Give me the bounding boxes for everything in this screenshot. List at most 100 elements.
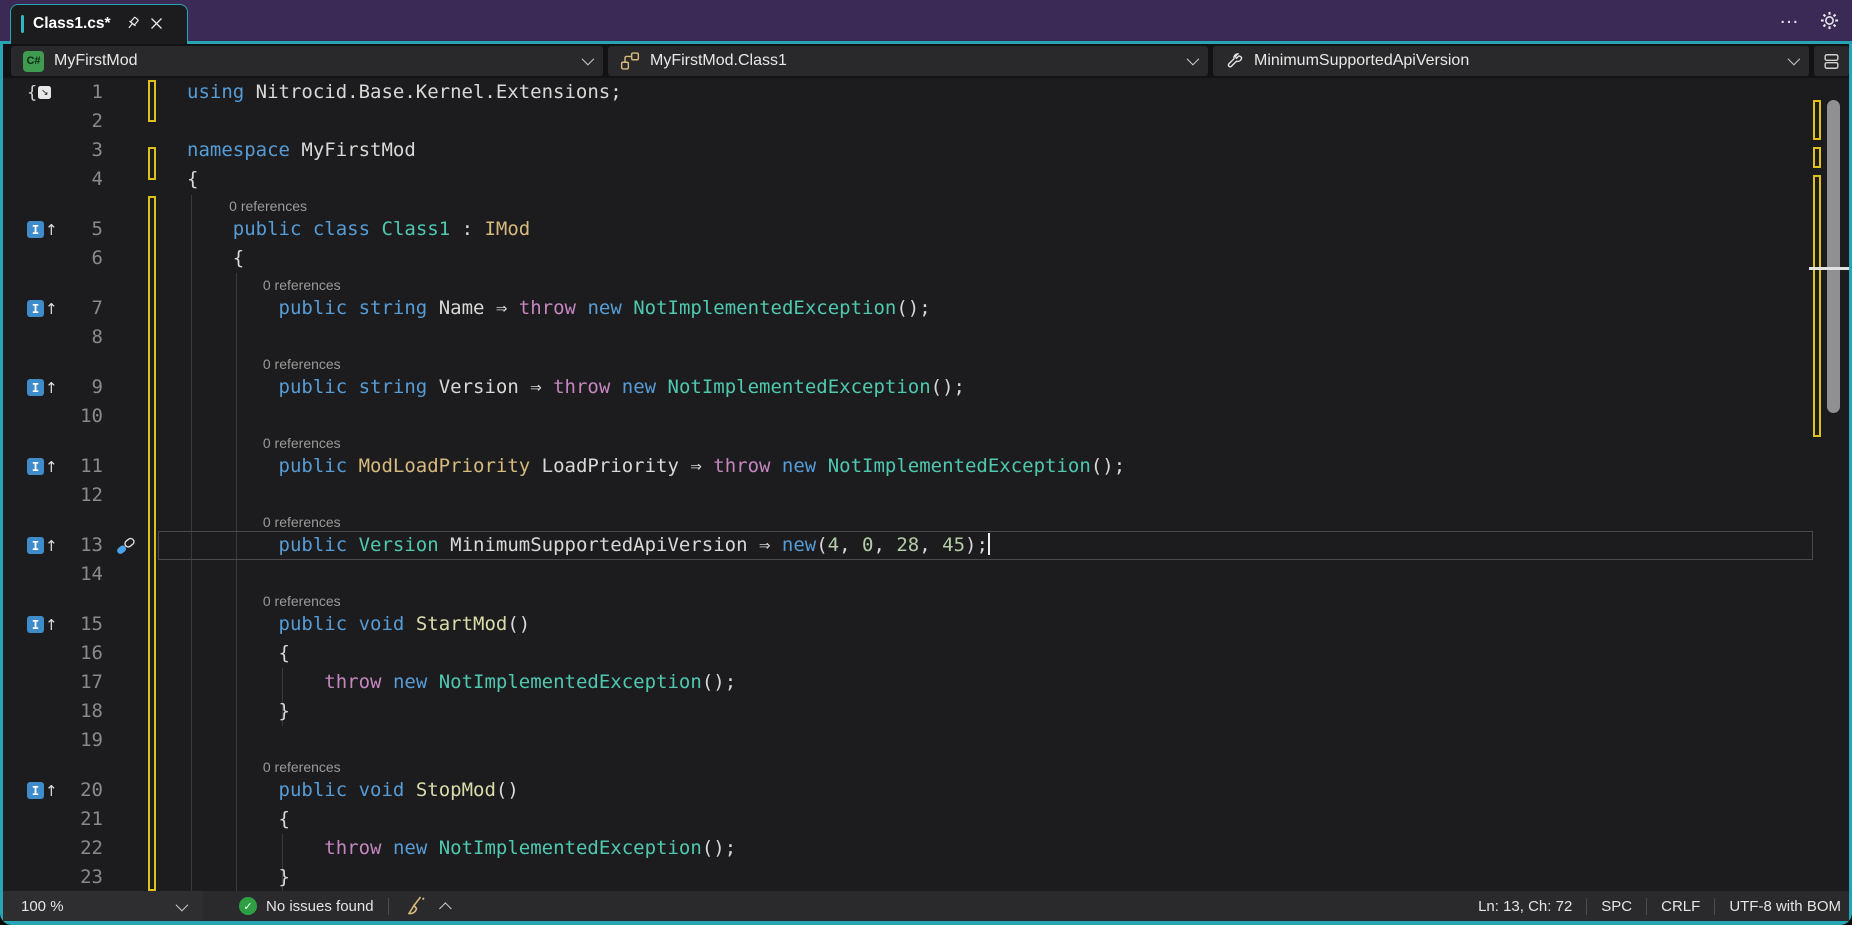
code-line-10[interactable]: 10 [3,402,1849,431]
implements-interface-icon[interactable]: I↑ [27,458,58,476]
gear-icon[interactable] [1819,10,1840,31]
member-dropdown-label: MinimumSupportedApiVersion [1254,52,1469,70]
title-bar [0,0,1852,41]
project-dropdown[interactable]: C# MyFirstMod [11,46,603,76]
line-number: 10 [55,402,103,431]
line-number: 6 [55,244,103,273]
line-number: 11 [55,452,103,481]
link-icon[interactable] [115,535,136,556]
line-number: 9 [55,373,103,402]
line-number: 19 [55,726,103,755]
line-number: 4 [55,165,103,194]
divider [1714,898,1715,915]
code-line-12[interactable]: 12 [3,481,1849,510]
split-window-icon [1822,52,1841,71]
scrollbar-change-mark [1813,100,1821,140]
track-change-bar [148,196,156,891]
cursor-position: Ln: 13, Ch: 72 [1478,898,1572,915]
code-line-4[interactable]: 4{ [3,165,1849,194]
encoding: UTF-8 with BOM [1729,898,1841,915]
more-options-icon[interactable]: … [1779,12,1801,30]
implements-interface-icon[interactable]: I↑ [27,537,58,555]
active-tab-accent [21,15,24,33]
code-line-5[interactable]: I↑5 public class Class1 : IMod [3,215,1849,244]
line-number: 12 [55,481,103,510]
divider [1586,898,1587,915]
line-number: 8 [55,323,103,352]
code-line-8[interactable]: 8 [3,323,1849,352]
codelens-references-link[interactable]: 0 references [263,514,341,531]
code-line-20[interactable]: I↑20 public void StopMod() [3,776,1849,805]
chevron-down-icon [1187,52,1196,70]
track-change-bar [148,80,156,122]
type-dropdown[interactable]: MyFirstMod.Class1 [608,46,1208,76]
implements-interface-icon[interactable]: I↑ [27,782,58,800]
code-line-23[interactable]: 23 } [3,863,1849,891]
wrench-member-icon [1225,52,1244,71]
implements-interface-icon[interactable]: I↑ [27,300,58,318]
code-line-19[interactable]: 19 [3,726,1849,755]
line-ending: CRLF [1661,898,1700,915]
codelens-row: 0 references [3,194,1849,215]
split-window-button[interactable] [1814,46,1849,76]
implements-interface-icon[interactable]: I↑ [27,379,58,397]
codelens-references-link[interactable]: 0 references [263,277,341,294]
line-number: 13 [55,531,103,560]
code-line-6[interactable]: 6 { [3,244,1849,273]
whitespace-mode: SPC [1601,898,1632,915]
chevron-down-icon [582,52,591,70]
status-bar: 100 % ✓ No issues found Ln: 13, Ch: 72 S… [3,891,1849,921]
codelens-references-link[interactable]: 0 references [229,198,307,215]
line-number: 23 [55,863,103,891]
code-cleanup-options-chevron[interactable] [439,902,452,915]
code-line-13[interactable]: I↑13 public Version MinimumSupportedApiV… [3,531,1849,560]
code-line-14[interactable]: 14 [3,560,1849,589]
class-icon [620,51,640,71]
code-editor[interactable]: {↘1using Nitrocid.Base.Kernel.Extensions… [3,78,1849,891]
code-line-22[interactable]: 22 throw new NotImplementedException(); [3,834,1849,863]
document-tab-class1[interactable]: Class1.cs* [10,4,188,44]
line-number: 2 [55,107,103,136]
document-outline-icon[interactable]: {↘ [27,83,51,103]
code-line-11[interactable]: I↑11 public ModLoadPriority LoadPriority… [3,452,1849,481]
codelens-references-link[interactable]: 0 references [263,593,341,610]
codelens-row: 0 references [3,510,1849,531]
pin-icon[interactable] [121,12,145,36]
code-line-18[interactable]: 18 } [3,697,1849,726]
vertical-scrollbar-thumb[interactable] [1827,100,1840,413]
codelens-row: 0 references [3,431,1849,452]
code-line-15[interactable]: I↑15 public void StartMod() [3,610,1849,639]
member-dropdown[interactable]: MinimumSupportedApiVersion [1213,46,1809,76]
implements-interface-icon[interactable]: I↑ [27,616,58,634]
code-line-9[interactable]: I↑9 public string Version ⇒ throw new No… [3,373,1849,402]
code-line-2[interactable]: 2 [3,107,1849,136]
code-line-7[interactable]: I↑7 public string Name ⇒ throw new NotIm… [3,294,1849,323]
codelens-references-link[interactable]: 0 references [263,356,341,373]
codelens-references-link[interactable]: 0 references [263,435,341,452]
divider [388,898,389,915]
scrollbar-caret-mark [1809,267,1849,270]
codelens-row: 0 references [3,589,1849,610]
zoom-level-dropdown[interactable]: 100 % [3,891,203,921]
codelens-row: 0 references [3,352,1849,373]
navigation-bar: C# MyFirstMod MyFirstMod.Class1 MinimumS [3,44,1849,78]
code-line-16[interactable]: 16 { [3,639,1849,668]
text-caret [988,533,990,555]
code-cleanup-broom-icon[interactable] [403,894,427,918]
line-number: 18 [55,697,103,726]
chevron-down-icon [1788,52,1797,70]
codelens-references-link[interactable]: 0 references [263,759,341,776]
scrollbar-change-mark [1813,175,1821,437]
close-icon[interactable] [145,12,169,36]
code-line-21[interactable]: 21 { [3,805,1849,834]
code-line-3[interactable]: 3namespace MyFirstMod [3,136,1849,165]
code-line-1[interactable]: {↘1using Nitrocid.Base.Kernel.Extensions… [3,78,1849,107]
code-line-17[interactable]: 17 throw new NotImplementedException(); [3,668,1849,697]
no-issues-check-icon: ✓ [239,897,257,915]
issues-status-button[interactable]: ✓ No issues found [239,897,374,915]
implements-interface-icon[interactable]: I↑ [27,221,58,239]
tab-title: Class1.cs* [33,15,111,33]
csharp-project-icon: C# [23,51,44,72]
line-number: 20 [55,776,103,805]
type-dropdown-label: MyFirstMod.Class1 [650,52,787,70]
